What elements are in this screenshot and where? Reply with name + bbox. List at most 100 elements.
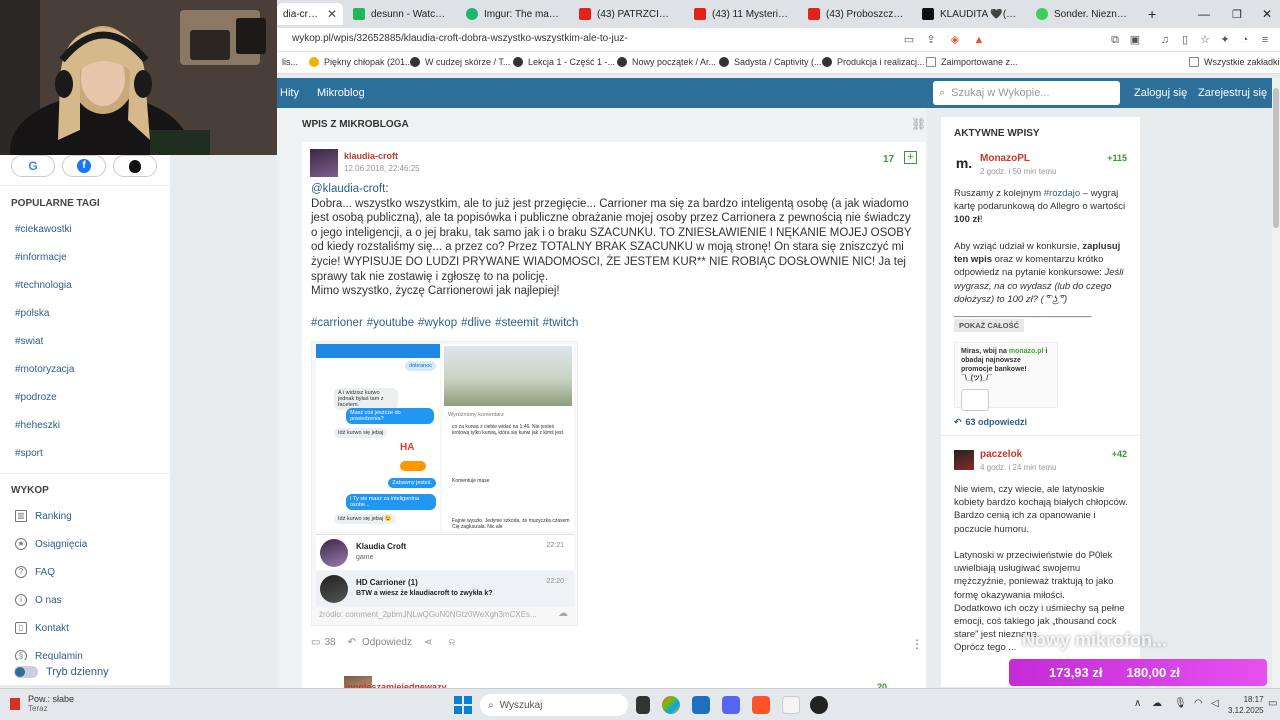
scrollbar-thumb[interactable] (1273, 88, 1279, 228)
tag-link[interactable]: #informacje (15, 252, 67, 263)
sidebar-icon[interactable]: ▯ (1178, 33, 1192, 47)
media-icon[interactable]: ♫ (1158, 33, 1172, 47)
mention-link[interactable]: @klaudia-croft (311, 183, 385, 195)
bookmark-item[interactable]: Piękny chłopak (201... (309, 57, 413, 67)
tag-link[interactable]: #ciekawostki (15, 224, 72, 235)
bookmark-item[interactable]: Lekcja 1 - Część 1 -... (513, 57, 615, 67)
bookmark-item[interactable]: Sadysta / Captivity (... (719, 57, 822, 67)
entry-author[interactable]: paczelok (980, 449, 1022, 460)
tag-link[interactable]: #wykop (418, 317, 457, 329)
tab-desunn[interactable]: desunn - Watch clips o (347, 3, 455, 25)
bookmark-item[interactable]: lis... (282, 57, 298, 67)
nav-mikroblog[interactable]: Mikroblog (317, 87, 365, 99)
tag-link[interactable]: #heheszki (15, 420, 60, 431)
tag-link[interactable]: #dlive (461, 317, 491, 329)
toggle-switch[interactable] (14, 666, 38, 678)
entry-avatar[interactable] (954, 450, 974, 470)
promo-image[interactable]: Miras, wbij na monazo.pl i obadaj najnow… (954, 342, 1058, 411)
login-link[interactable]: Zaloguj się (1134, 87, 1187, 99)
show-all-button[interactable]: POKAŻ CAŁOŚĆ (954, 319, 1024, 332)
menu-about[interactable]: i O nas (15, 594, 62, 606)
tag-link[interactable]: #sport (15, 448, 43, 459)
apple-login-button[interactable] (113, 155, 157, 177)
volume-icon[interactable]: ◁ (1211, 698, 1219, 709)
entry-avatar[interactable]: m. (954, 153, 974, 173)
tab-youtube-1[interactable]: (43) PATRZCIE JAK JA T (573, 3, 681, 25)
tag-link[interactable]: #podroze (15, 392, 57, 403)
upvote-button[interactable]: + (904, 151, 917, 164)
discord-icon[interactable] (722, 696, 740, 714)
post-author[interactable]: klaudia-croft (344, 151, 398, 161)
tag-link[interactable]: #youtube (367, 317, 414, 329)
screenshot-icon[interactable]: ▣ (1128, 33, 1142, 47)
copilot-icon[interactable] (662, 696, 680, 714)
tag-link[interactable]: #swiat (15, 336, 43, 347)
bookmark-item[interactable]: Nowy początek / Ar... (617, 57, 716, 67)
close-tab-icon[interactable]: ✕ (327, 7, 337, 21)
task-view-icon[interactable] (636, 696, 650, 714)
bookmark-folder[interactable]: Zaimportowane z... (926, 57, 1018, 67)
tag-link[interactable]: #carrioner (311, 317, 363, 329)
all-bookmarks[interactable]: Wszystkie zakładki (1189, 57, 1280, 67)
menu-contact[interactable]: ▯ Kontakt (15, 622, 69, 634)
leo-icon[interactable]: ✦ (1218, 33, 1232, 47)
nav-hity[interactable]: Hity (280, 87, 299, 99)
register-link[interactable]: Zarejestruj się (1198, 87, 1267, 99)
reply-button[interactable]: Odpowiedz (362, 637, 412, 648)
store-icon[interactable] (692, 696, 710, 714)
menu-ranking[interactable]: ▥ Ranking (15, 510, 72, 522)
author-avatar[interactable] (310, 149, 338, 177)
install-app-icon[interactable]: ▭ (902, 33, 916, 47)
weather-widget[interactable]: Pow.: słabe Teraz (10, 694, 74, 713)
share-icon[interactable]: ⋖ (424, 637, 432, 648)
tab-spotify[interactable]: Sonder. Nieznane hist (1030, 3, 1138, 25)
bookmark-item[interactable]: Produkcja i realizacj... (822, 57, 925, 67)
cloud-icon[interactable]: ☁ (1152, 698, 1162, 709)
menu-icon[interactable]: ≡ (1258, 33, 1272, 47)
tag-link[interactable]: #steemit (495, 317, 538, 329)
bookmark-item[interactable]: W cudzej skórze / T... (410, 57, 510, 67)
entry-author[interactable]: MonazoPL (980, 153, 1030, 164)
new-tab-button[interactable]: + (1142, 3, 1162, 25)
tag-link[interactable]: #polska (15, 308, 49, 319)
post-embed-image[interactable]: dobranoc A i widzisz kurwo jednak byłaś … (311, 341, 578, 626)
page-scrollbar[interactable] (1272, 78, 1280, 688)
more-options-icon[interactable]: ⋮ (911, 637, 923, 651)
wifi-icon[interactable]: ◠ (1194, 698, 1203, 709)
tray-chevron-icon[interactable]: ∧ (1134, 698, 1141, 709)
observe-icon[interactable]: ⍾ (448, 637, 455, 648)
tag-link[interactable]: #technologia (15, 280, 72, 291)
search-input[interactable]: ⌕ Szukaj w Wykopie... (933, 81, 1120, 105)
brave-shield-icon[interactable]: ◈ (948, 33, 962, 47)
brave-rewards-icon[interactable]: ▲ (972, 33, 986, 47)
minimize-icon[interactable]: — (1192, 3, 1212, 25)
tab-youtube-2[interactable]: (43) 11 Mysterious Vid (688, 3, 796, 25)
menu-faq[interactable]: ? FAQ (15, 566, 55, 578)
replies-link[interactable]: ↶ 63 odpowiedzi (954, 417, 1027, 428)
extensions-icon[interactable]: ⧉ (1108, 33, 1122, 47)
tab-imgur[interactable]: Imgur: The magic of th (460, 3, 568, 25)
link-icon[interactable]: ⛓ (911, 117, 926, 131)
brave-icon[interactable] (752, 696, 770, 714)
url-field[interactable]: wykop.pl/wpis/32652885/klaudia-croft-dob… (292, 33, 628, 44)
vpn-icon[interactable]: ◔ (1238, 33, 1252, 47)
tag-link[interactable]: #rozdajo (1044, 188, 1080, 199)
start-menu-icon[interactable] (454, 696, 472, 714)
tab-youtube-3[interactable]: (43) Proboszcz kulfon (802, 3, 910, 25)
google-login-button[interactable]: G (11, 155, 55, 177)
bookmarks-icon[interactable]: ☆ (1198, 33, 1212, 47)
menu-achievements[interactable]: ★ Osiągnięcia (15, 538, 87, 550)
tag-link[interactable]: #twitch (543, 317, 579, 329)
close-window-icon[interactable]: ✕ (1256, 3, 1276, 25)
tab-wykop[interactable]: dia-croft: D ✕ (277, 3, 343, 25)
notepad-icon[interactable] (782, 696, 800, 714)
theme-toggle[interactable]: Tryb dzienny (0, 660, 170, 684)
mic-icon[interactable]: 🎙 (1174, 698, 1187, 709)
facebook-login-button[interactable]: f (62, 155, 106, 177)
comments-count[interactable]: 38 (324, 637, 335, 648)
tab-tiktok[interactable]: KLAUDITA 🖤(@klauc (916, 3, 1024, 25)
clock[interactable]: 18:17 3.12.2025 (1228, 694, 1264, 716)
tag-link[interactable]: #motoryzacja (15, 364, 74, 375)
maximize-icon[interactable]: ❐ (1226, 3, 1246, 25)
notifications-icon[interactable]: ▭ (1268, 698, 1277, 709)
